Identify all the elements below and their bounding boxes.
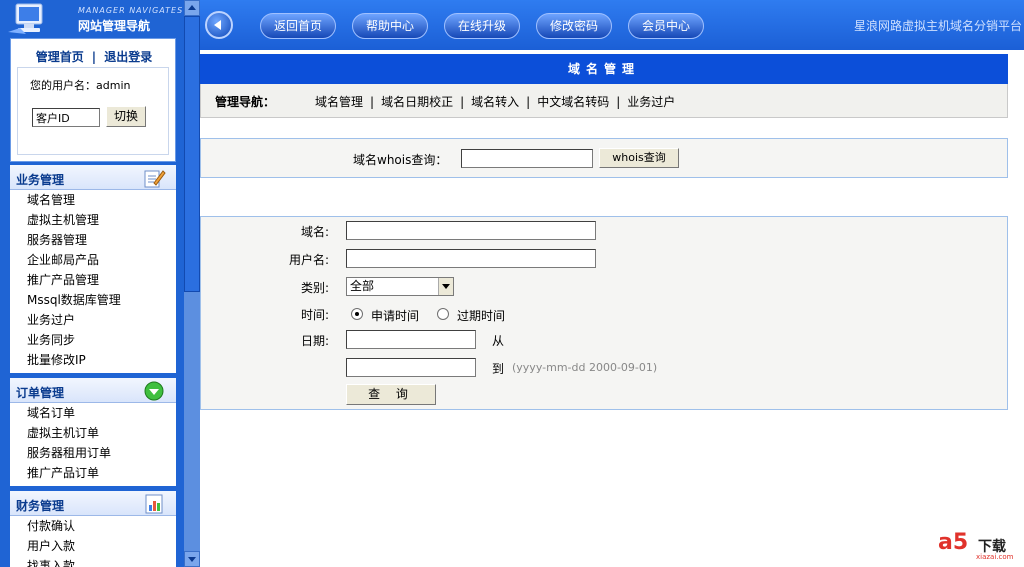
chart-document-icon [145,494,163,514]
nav-link-domain-manage[interactable]: 域名管理 [315,95,363,109]
arrow-up-icon [188,5,196,10]
type-label: 类别: [300,281,329,295]
section-business-header[interactable]: 业务管理 [10,165,176,190]
nav-links: 域名管理 | 域名日期校正 | 域名转入 | 中文域名转码 | 业务过户 [315,93,675,110]
sidebar-item-vhost-orders[interactable]: 虚拟主机订单 [10,423,176,443]
sidebar-item-server-manage[interactable]: 服务器管理 [10,230,176,250]
section-title: 业务管理 [16,173,65,187]
sidebar-item-domain-orders[interactable]: 域名订单 [10,403,176,423]
domain-input[interactable] [346,221,596,240]
radio-expire-time[interactable] [437,308,449,320]
sidebar-item-payment-confirm[interactable]: 付款确认 [10,516,176,536]
change-password-button[interactable]: 修改密码 [536,13,612,39]
whois-input[interactable] [461,149,593,168]
logout-link[interactable]: 退出登录 [104,50,152,64]
nav-link-business-transfer[interactable]: 业务过户 [627,95,675,109]
sidebar-item-promo-orders[interactable]: 推广产品订单 [10,463,176,483]
admin-home-link[interactable]: 管理首页 [36,50,84,64]
edit-document-icon [144,170,166,188]
logo-title: 网站管理导航 [78,19,151,33]
vertical-scrollbar[interactable] [184,0,200,567]
watermark-site: xiazai.com [976,553,1014,561]
type-select-value: 全部 [350,279,375,293]
radio-expire-time-label: 过期时间 [457,309,506,323]
user-links: 管理首页 | 退出登录 [11,48,177,65]
username-label: 您的用户名：admin [30,79,131,92]
sidebar-item-mssql-manage[interactable]: Mssql数据库管理 [10,290,176,310]
date-from-label: 从 [492,334,505,348]
online-upgrade-button[interactable]: 在线升级 [444,13,520,39]
site-title: 星浪网路虚拟主机域名分销平台 [853,19,1022,33]
link-divider: | [91,50,97,64]
date-label: 日期: [300,334,329,348]
member-center-button[interactable]: 会员中心 [628,13,704,39]
section-finance: 财务管理 付款确认 用户入款 找事入款 [10,491,176,567]
nav-separator: | [616,95,621,109]
section-finance-header[interactable]: 财务管理 [10,491,176,516]
watermark-logo: a5 下载 xiazai.com [934,528,1016,562]
domain-label: 域名: [300,225,329,239]
sidebar-item-user-deposit[interactable]: 用户入款 [10,536,176,556]
nav-link-date-correct[interactable]: 域名日期校正 [381,95,453,109]
section-orders: 订单管理 域名订单 虚拟主机订单 服务器租用订单 推广产品订单 [10,378,176,486]
time-label: 时间: [300,308,329,322]
nav-separator: | [370,95,375,109]
scroll-thumb[interactable] [184,16,200,292]
watermark-logo-mark: a5 [938,530,969,555]
sidebar: MANAGER NAVIGATES 网站管理导航 管理首页 | 退出登录 您的用户名… [0,0,184,567]
refresh-arrow-icon [144,381,164,401]
section-title: 财务管理 [16,499,65,513]
customer-id-input[interactable] [32,108,100,127]
arrow-left-icon [214,20,221,30]
sidebar-item-mail-product[interactable]: 企业邮局产品 [10,250,176,270]
scroll-up-button[interactable] [184,0,200,16]
sidebar-item-server-orders[interactable]: 服务器租用订单 [10,443,176,463]
search-form: 域名: 用户名: 类别: 全部 时间: 申请时间 过期时间 日期: 从 到 (y… [200,216,1008,410]
username-field-label: 用户名: [288,253,329,267]
user-panel: 管理首页 | 退出登录 您的用户名：admin 切换 [10,38,176,162]
sidebar-item-promo-manage[interactable]: 推广产品管理 [10,270,176,290]
radio-apply-time[interactable] [351,308,363,320]
sidebar-item-vhost-manage[interactable]: 虚拟主机管理 [10,210,176,230]
sidebar-item-sync[interactable]: 业务同步 [10,330,176,350]
date-to-label: 到 [492,362,505,376]
logo: MANAGER NAVIGATES 网站管理导航 [0,0,184,36]
type-select[interactable]: 全部 [346,277,454,296]
help-center-button[interactable]: 帮助中心 [352,13,428,39]
management-nav: 管理导航： 域名管理 | 域名日期校正 | 域名转入 | 中文域名转码 | 业务过户 [200,84,1008,118]
sidebar-item-batch-ip[interactable]: 批量修改IP [10,350,176,370]
whois-label: 域名whois查询： [353,153,448,167]
computer-icon [8,3,43,34]
user-info-box: 您的用户名：admin 切换 [17,67,169,155]
home-button[interactable]: 返回首页 [260,13,336,39]
whois-query-button[interactable]: whois查询 [599,148,679,168]
scroll-down-button[interactable] [184,551,200,567]
section-title: 订单管理 [16,386,65,400]
top-bar: 返回首页 帮助中心 在线升级 修改密码 会员中心 星浪网路虚拟主机域名分销平台 [200,0,1024,50]
main-content: 域名管理 管理导航： 域名管理 | 域名日期校正 | 域名转入 | 中文域名转码 | 业务过户 … [200,50,1024,567]
sidebar-item-transfer[interactable]: 业务过户 [10,310,176,330]
arrow-down-icon [188,557,196,562]
nav-separator: | [526,95,531,109]
radio-apply-time-label: 申请时间 [371,309,420,323]
logo-english-text: MANAGER NAVIGATES [78,6,184,15]
username-input[interactable] [346,249,596,268]
sidebar-item-domain-manage[interactable]: 域名管理 [10,190,176,210]
nav-link-domain-transfer-in[interactable]: 域名转入 [471,95,519,109]
whois-panel: 域名whois查询： whois查询 [200,138,1008,178]
date-to-input[interactable] [346,358,476,377]
section-orders-header[interactable]: 订单管理 [10,378,176,403]
chevron-down-icon[interactable] [438,278,453,295]
switch-button[interactable]: 切换 [106,106,146,127]
query-button[interactable]: 查 询 [346,384,436,405]
date-from-input[interactable] [346,330,476,349]
back-button[interactable] [205,11,233,39]
nav-link-cn-domain-transcode[interactable]: 中文域名转码 [537,95,609,109]
nav-label: 管理导航： [215,95,276,109]
date-format-hint: (yyyy-mm-dd 2000-09-01) [512,361,658,374]
sidebar-item-other-deposit[interactable]: 找事入款 [10,556,176,567]
page-title: 域名管理 [200,54,1008,84]
nav-separator: | [460,95,465,109]
section-business: 业务管理 域名管理 虚拟主机管理 服务器管理 企业邮局产品 推广产品管理 Mss… [10,165,176,373]
